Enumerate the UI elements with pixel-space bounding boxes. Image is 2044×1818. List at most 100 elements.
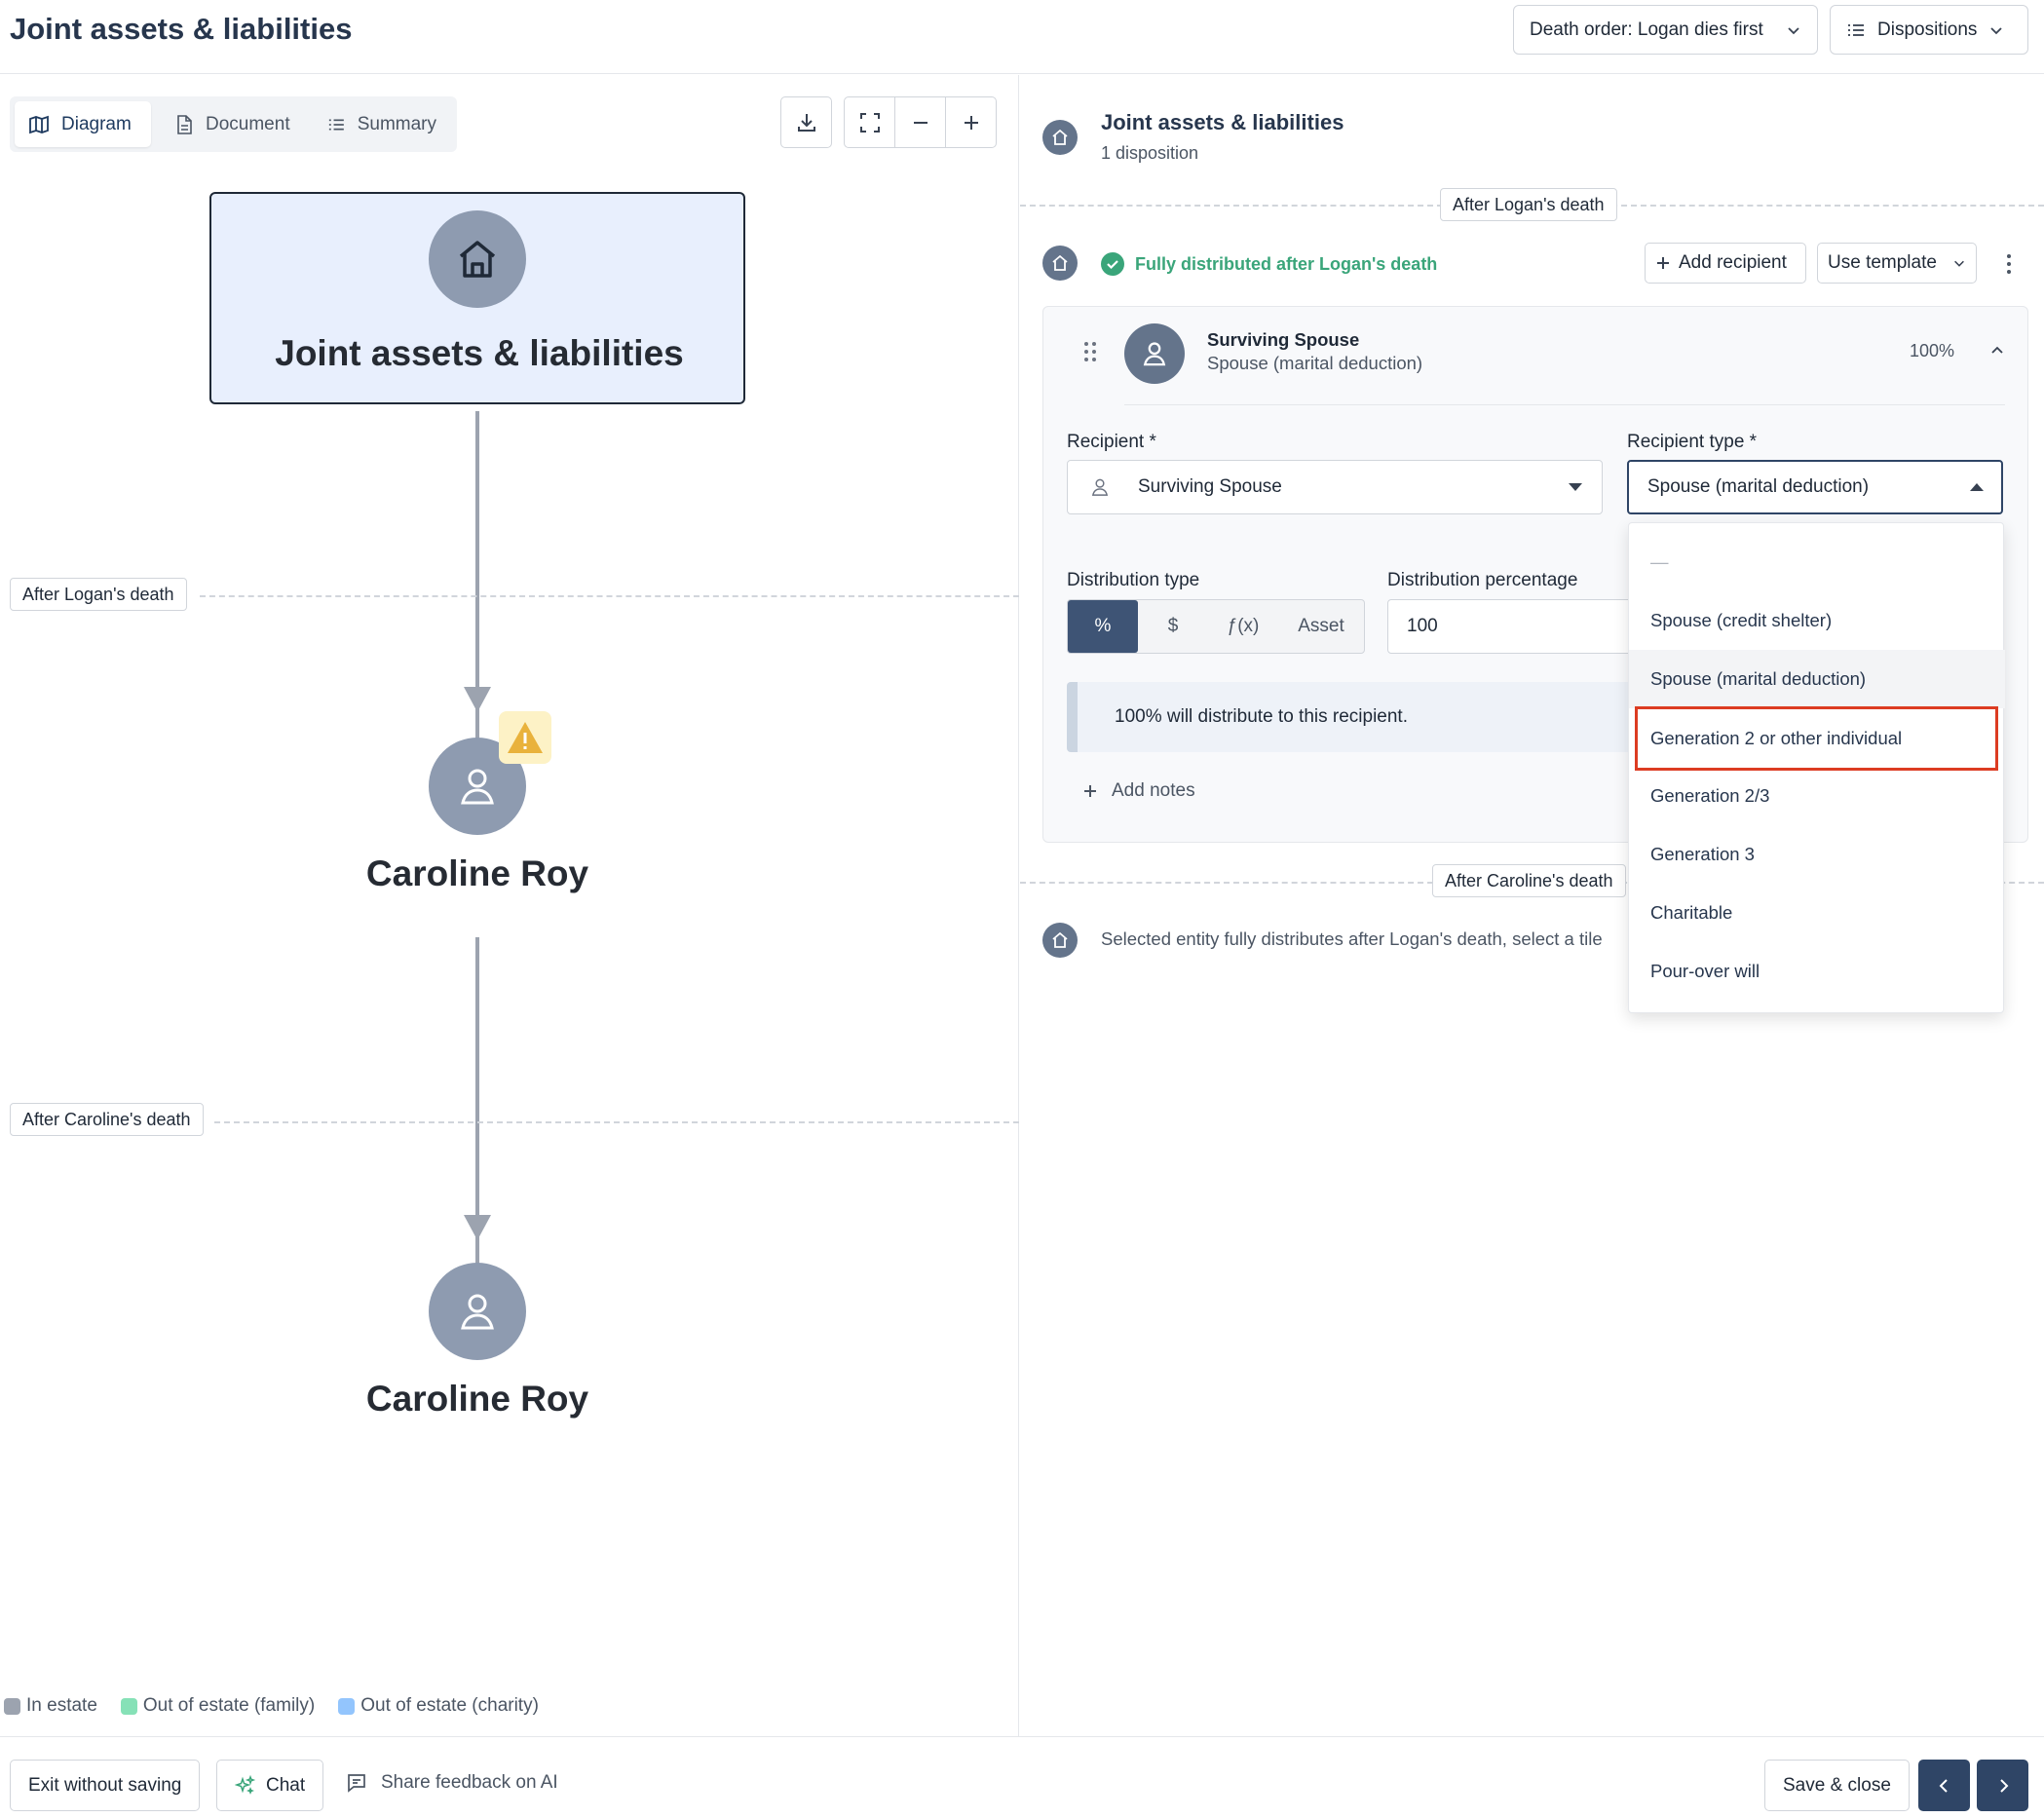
recipient-type-option[interactable]: Pour-over will <box>1629 942 2005 1001</box>
minus-icon <box>913 121 927 124</box>
recipient-type-option[interactable]: Charitable <box>1629 884 2005 942</box>
distribution-pct-input[interactable]: 100 <box>1387 599 1641 654</box>
check-circle-icon <box>1101 252 1124 276</box>
add-notes-label: Add notes <box>1112 780 1195 801</box>
avatar <box>1124 323 1185 384</box>
recipient-type-option[interactable]: Generation 3 <box>1629 825 2005 884</box>
tab-document-label: Document <box>206 113 290 134</box>
use-template-button[interactable]: Use template <box>1817 243 1977 284</box>
after-logan-label: After Logan's death <box>10 578 187 611</box>
legend-swatch <box>4 1697 20 1715</box>
recipient-type-option[interactable]: Spouse (credit shelter) <box>1629 591 2005 650</box>
legend-label: In estate <box>26 1695 97 1716</box>
add-recipient-button[interactable]: Add recipient <box>1645 243 1806 284</box>
user-icon <box>461 769 494 805</box>
add-notes-button[interactable]: Add notes <box>1082 780 1195 802</box>
list-icon <box>328 118 344 131</box>
distribution-type-formula[interactable]: ƒ(x) <box>1208 600 1278 653</box>
person-node-2[interactable] <box>429 1263 526 1360</box>
home-icon <box>1052 254 1068 271</box>
tab-diagram[interactable]: Diagram <box>15 101 151 147</box>
add-recipient-label: Add recipient <box>1679 252 1787 273</box>
legend-item: In estate <box>4 1695 97 1717</box>
recipient-type-summary: Spouse (marital deduction) <box>1207 353 1423 373</box>
recipient-name: Surviving Spouse <box>1207 329 1360 350</box>
download-icon <box>797 113 815 132</box>
divider-line <box>200 595 1019 597</box>
legend: In estate Out of estate (family) Out of … <box>4 1695 539 1717</box>
recipient-type-label: Recipient type * <box>1627 432 1758 452</box>
caret-up-icon <box>1970 483 1984 491</box>
after-logan-label: After Logan's death <box>1440 188 1617 221</box>
distribution-type-dollar[interactable]: $ <box>1138 600 1208 653</box>
document-icon <box>177 114 192 134</box>
chevron-left-icon <box>1939 1778 1948 1793</box>
distribution-pct-value: 100 <box>1407 616 1438 636</box>
distribution-status: Fully distributed after Logan's death <box>1135 254 1438 274</box>
save-close-button[interactable]: Save & close <box>1764 1760 1910 1811</box>
home-icon <box>1052 931 1068 948</box>
node-home-badge <box>429 210 526 308</box>
chat-label: Chat <box>266 1774 306 1796</box>
step-badge <box>1042 923 1078 958</box>
legend-label: Out of estate (charity) <box>360 1695 539 1716</box>
distribution-type-label: Distribution type <box>1067 570 1200 590</box>
recipient-type-option-none[interactable]: — <box>1629 533 2005 591</box>
drag-handle-icon[interactable] <box>1083 341 1097 362</box>
caret-down-icon <box>1569 483 1582 491</box>
sparkle-icon <box>235 1774 256 1795</box>
diagram-panel: Diagram Document Summary Joint assets & … <box>0 75 1019 1736</box>
divider-line <box>214 1121 1019 1123</box>
recipient-type-option-selected[interactable]: Spouse (marital deduction) <box>1629 650 2005 708</box>
exit-without-saving-button[interactable]: Exit without saving <box>10 1760 201 1811</box>
user-icon <box>1143 342 1166 366</box>
panel-title: Joint assets & liabilities <box>1101 110 1344 134</box>
distribution-info: 100% will distribute to this recipient. <box>1067 682 1651 752</box>
distribution-pct-label: Distribution percentage <box>1387 570 1578 590</box>
fullscreen-button[interactable] <box>844 96 895 148</box>
after-caroline-label: After Caroline's death <box>1432 864 1626 897</box>
legend-swatch <box>338 1697 356 1715</box>
plus-icon <box>1084 785 1096 797</box>
download-button[interactable] <box>780 96 832 148</box>
caroline-note: Selected entity fully distributes after … <box>1101 928 1603 949</box>
recipient-type-select[interactable]: Spouse (marital deduction) <box>1627 460 2003 514</box>
zoom-out-button[interactable] <box>894 96 946 148</box>
death-order-dropdown[interactable]: Death order: Logan dies first <box>1513 5 1818 55</box>
root-node[interactable]: Joint assets & liabilities <box>209 192 745 404</box>
tab-summary[interactable]: Summary <box>314 101 450 147</box>
tab-summary-label: Summary <box>357 113 436 134</box>
map-icon <box>29 115 49 133</box>
legend-item: Out of estate (family) <box>120 1695 315 1717</box>
entity-badge <box>1042 120 1078 155</box>
plus-icon <box>1657 257 1669 269</box>
next-button[interactable] <box>1977 1760 2028 1811</box>
distribution-type-asset[interactable]: Asset <box>1278 600 1364 653</box>
warning-icon <box>508 722 543 753</box>
page-header: Joint assets & liabilities Death order: … <box>0 0 2044 74</box>
feedback-label: Share feedback on AI <box>381 1772 558 1793</box>
recipient-type-option-highlighted[interactable]: Generation 2 or other individual <box>1635 706 1998 771</box>
chevron-down-icon <box>1954 260 1964 267</box>
previous-button[interactable] <box>1918 1760 1970 1811</box>
chat-button[interactable]: Chat <box>216 1760 324 1811</box>
fullscreen-icon <box>859 112 880 133</box>
person-node-2-name: Caroline Roy <box>365 1379 589 1419</box>
recipient-value: Surviving Spouse <box>1138 476 1282 497</box>
dispositions-dropdown[interactable]: Dispositions <box>1830 5 2028 55</box>
recipient-select[interactable]: Surviving Spouse <box>1067 460 1603 514</box>
chevron-up-icon[interactable] <box>1989 343 2005 359</box>
recipient-type-option[interactable]: Generation 2/3 <box>1629 767 2005 825</box>
more-vertical-icon[interactable] <box>2004 252 2014 276</box>
view-tabs: Diagram Document Summary <box>10 96 457 152</box>
legend-swatch <box>120 1697 137 1715</box>
zoom-in-button[interactable] <box>945 96 997 148</box>
person-node-1-name: Caroline Roy <box>365 853 589 893</box>
recipient-type-menu: — Spouse (credit shelter) Spouse (marita… <box>1628 522 2005 1013</box>
share-feedback-button[interactable]: Share feedback on AI <box>346 1772 558 1794</box>
panel-subtitle: 1 disposition <box>1101 143 1199 163</box>
tab-document[interactable]: Document <box>161 101 307 147</box>
recipient-type-value: Spouse (marital deduction) <box>1647 476 1870 497</box>
distribution-type-percent[interactable]: % <box>1068 600 1138 653</box>
warning-badge[interactable] <box>499 711 551 764</box>
